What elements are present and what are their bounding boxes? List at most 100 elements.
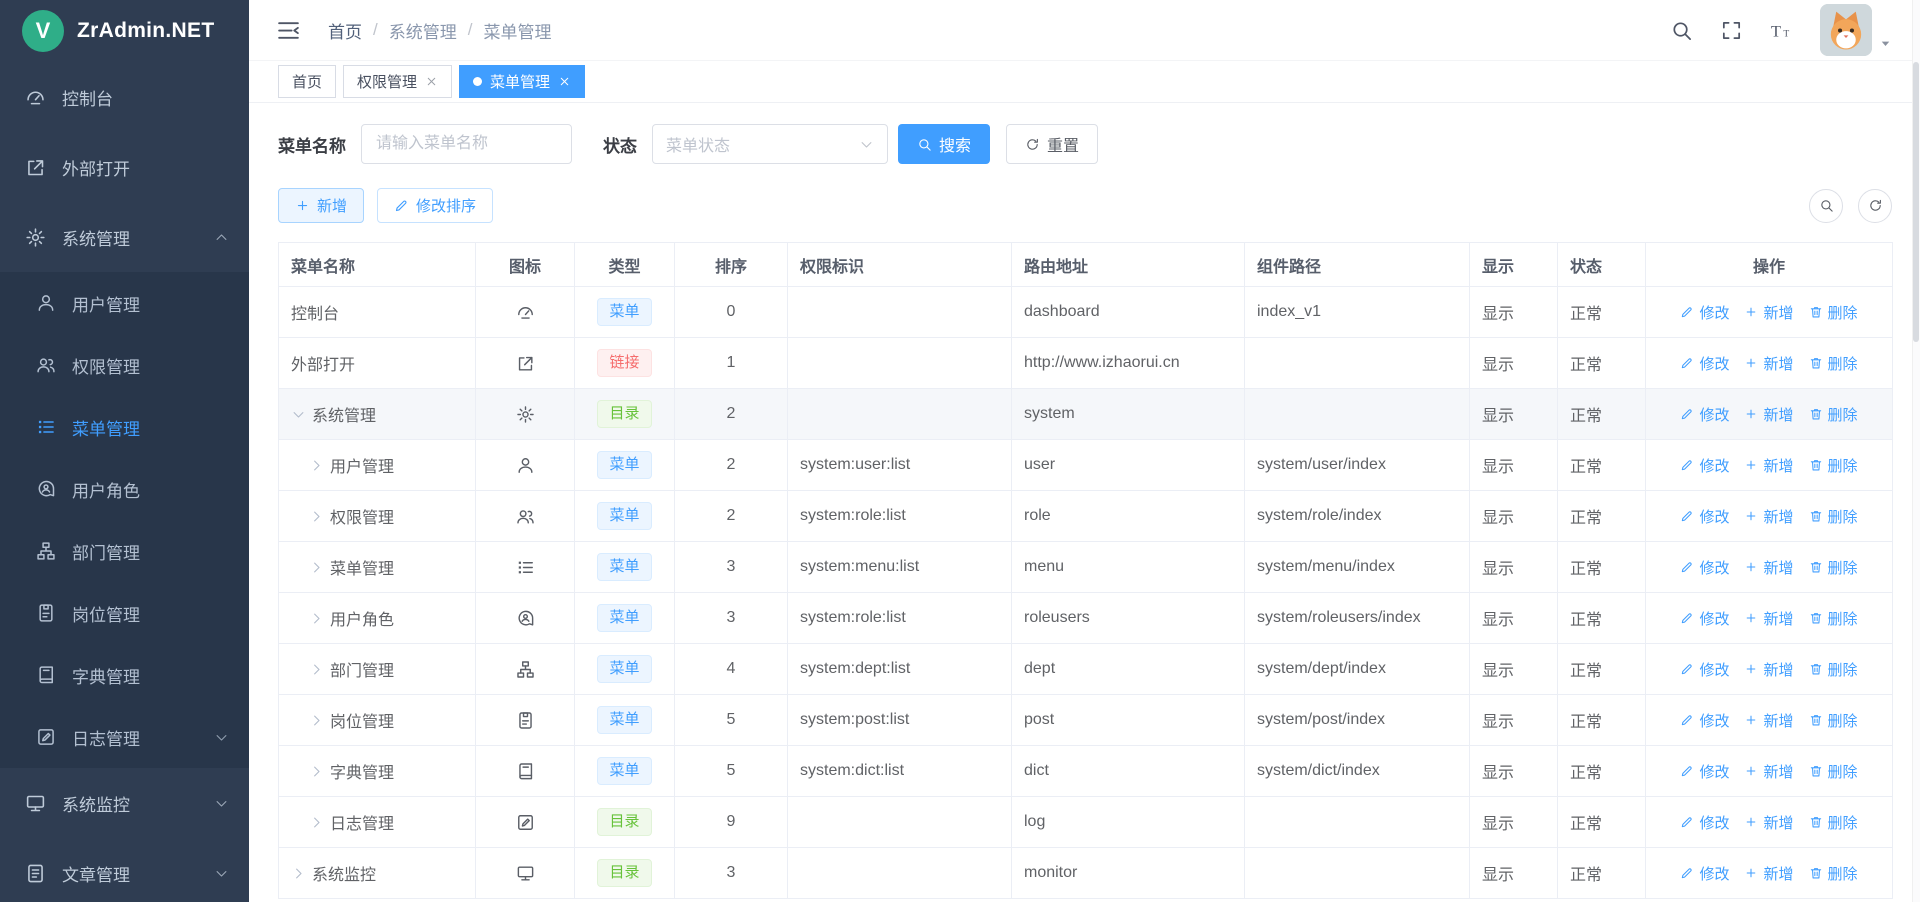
sidebar-item-external-link[interactable]: 外部打开 [0, 132, 249, 202]
sort-button[interactable]: 修改排序 [377, 188, 493, 223]
edit-row-button[interactable]: 修改 [1680, 863, 1729, 884]
sidebar-item-dashboard[interactable]: 控制台 [0, 62, 249, 132]
add-row-button[interactable]: 新增 [1744, 404, 1793, 425]
sidebar-item-log-edit[interactable]: 日志管理 [0, 706, 249, 768]
edit-row-button[interactable]: 修改 [1680, 710, 1729, 731]
delete-row-button[interactable]: 删除 [1809, 863, 1858, 884]
add-row-button[interactable]: 新增 [1744, 812, 1793, 833]
sidebar-item-article[interactable]: 文章管理 [0, 838, 249, 902]
delete-row-button[interactable]: 删除 [1809, 659, 1858, 680]
delete-row-button[interactable]: 删除 [1809, 812, 1858, 833]
row-expand-icon[interactable] [291, 866, 306, 881]
table-search-button[interactable] [1809, 189, 1843, 223]
sidebar-item-label: 用户管理 [72, 291, 140, 316]
caret-down-icon[interactable] [1878, 36, 1893, 51]
edit-row-button[interactable]: 修改 [1680, 302, 1729, 323]
edit-row-button[interactable]: 修改 [1680, 761, 1729, 782]
row-expand-icon[interactable] [309, 713, 324, 728]
status-select[interactable]: 菜单状态 [652, 124, 888, 164]
scrollbar[interactable] [1912, 0, 1920, 902]
add-row-button[interactable]: 新增 [1744, 710, 1793, 731]
sidebar-item-menu-list[interactable]: 菜单管理 [0, 396, 249, 458]
cell-path: post [1012, 695, 1245, 746]
sidebar-toggle-icon[interactable] [276, 18, 301, 43]
reset-button[interactable]: 重置 [1006, 124, 1098, 164]
search-icon[interactable] [1670, 19, 1693, 42]
menu-name-input[interactable] [361, 124, 572, 164]
reset-button-label: 重置 [1047, 132, 1079, 156]
tab-2[interactable]: 菜单管理 [459, 65, 585, 98]
add-row-button[interactable]: 新增 [1744, 659, 1793, 680]
sidebar-item-user[interactable]: 用户管理 [0, 272, 249, 334]
row-expand-icon[interactable] [309, 815, 324, 830]
tab-close-icon[interactable] [558, 75, 571, 88]
add-row-button[interactable]: 新增 [1744, 302, 1793, 323]
fullscreen-icon[interactable] [1720, 19, 1743, 42]
edit-row-button[interactable]: 修改 [1680, 812, 1729, 833]
row-expand-icon[interactable] [309, 662, 324, 677]
edit-row-button[interactable]: 修改 [1680, 353, 1729, 374]
breadcrumb-item[interactable]: 首页 [328, 18, 362, 43]
type-tag: 链接 [597, 349, 651, 377]
add-row-button[interactable]: 新增 [1744, 761, 1793, 782]
edit-row-button[interactable]: 修改 [1680, 404, 1729, 425]
delete-row-button[interactable]: 删除 [1809, 302, 1858, 323]
edit-row-button[interactable]: 修改 [1680, 659, 1729, 680]
row-expand-icon[interactable] [309, 509, 324, 524]
search-button[interactable]: 搜索 [898, 124, 990, 164]
row-expand-icon[interactable] [291, 407, 306, 422]
add-row-button[interactable]: 新增 [1744, 863, 1793, 884]
add-button[interactable]: 新增 [278, 188, 364, 223]
tab-0[interactable]: 首页 [278, 65, 336, 98]
sidebar-item-post-badge[interactable]: 岗位管理 [0, 582, 249, 644]
cell-type: 目录 [575, 797, 675, 848]
row-expand-icon[interactable] [309, 560, 324, 575]
sidebar-item-users[interactable]: 权限管理 [0, 334, 249, 396]
sidebar-item-dept-tree[interactable]: 部门管理 [0, 520, 249, 582]
sidebar-item-gear[interactable]: 系统管理 [0, 202, 249, 272]
menu-list-icon [36, 417, 56, 437]
edit-row-button[interactable]: 修改 [1680, 506, 1729, 527]
user-icon [516, 456, 535, 475]
table-refresh-button[interactable] [1858, 189, 1892, 223]
add-row-button[interactable]: 新增 [1744, 557, 1793, 578]
font-size-icon[interactable]: TT [1770, 19, 1793, 42]
delete-row-button[interactable]: 删除 [1809, 761, 1858, 782]
row-name: 系统监控 [312, 861, 376, 885]
delete-row-button[interactable]: 删除 [1809, 455, 1858, 476]
add-row-button[interactable]: 新增 [1744, 608, 1793, 629]
delete-row-button[interactable]: 删除 [1809, 506, 1858, 527]
delete-row-button[interactable]: 删除 [1809, 404, 1858, 425]
edit-row-button[interactable]: 修改 [1680, 455, 1729, 476]
edit-row-button[interactable]: 修改 [1680, 608, 1729, 629]
sidebar-item-monitor[interactable]: 系统监控 [0, 768, 249, 838]
delete-row-button[interactable]: 删除 [1809, 710, 1858, 731]
tab-close-icon[interactable] [425, 75, 438, 88]
cell-type: 菜单 [575, 695, 675, 746]
column-header: 状态 [1558, 243, 1646, 287]
add-row-button[interactable]: 新增 [1744, 506, 1793, 527]
breadcrumb-item[interactable]: 菜单管理 [483, 18, 551, 43]
sidebar-item-dict-book[interactable]: 字典管理 [0, 644, 249, 706]
column-header: 显示 [1470, 243, 1558, 287]
scrollbar-thumb[interactable] [1913, 62, 1919, 342]
row-expand-icon[interactable] [309, 458, 324, 473]
delete-row-button[interactable]: 删除 [1809, 557, 1858, 578]
table-header-row: 菜单名称图标类型排序权限标识路由地址组件路径显示状态操作 [279, 243, 1893, 287]
breadcrumb-item[interactable]: 系统管理 [389, 18, 457, 43]
column-header: 路由地址 [1012, 243, 1245, 287]
delete-row-button[interactable]: 删除 [1809, 353, 1858, 374]
cell-name: 权限管理 [279, 491, 476, 542]
sidebar-item-role[interactable]: 用户角色 [0, 458, 249, 520]
edit-row-button[interactable]: 修改 [1680, 557, 1729, 578]
app-logo[interactable]: V ZrAdmin.NET [0, 0, 249, 62]
cell-icon [476, 440, 575, 491]
delete-row-button[interactable]: 删除 [1809, 608, 1858, 629]
user-avatar[interactable] [1820, 4, 1872, 56]
tab-1[interactable]: 权限管理 [343, 65, 452, 98]
dept-tree-icon [516, 660, 535, 679]
add-row-button[interactable]: 新增 [1744, 353, 1793, 374]
row-expand-icon[interactable] [309, 611, 324, 626]
row-expand-icon[interactable] [309, 764, 324, 779]
add-row-button[interactable]: 新增 [1744, 455, 1793, 476]
